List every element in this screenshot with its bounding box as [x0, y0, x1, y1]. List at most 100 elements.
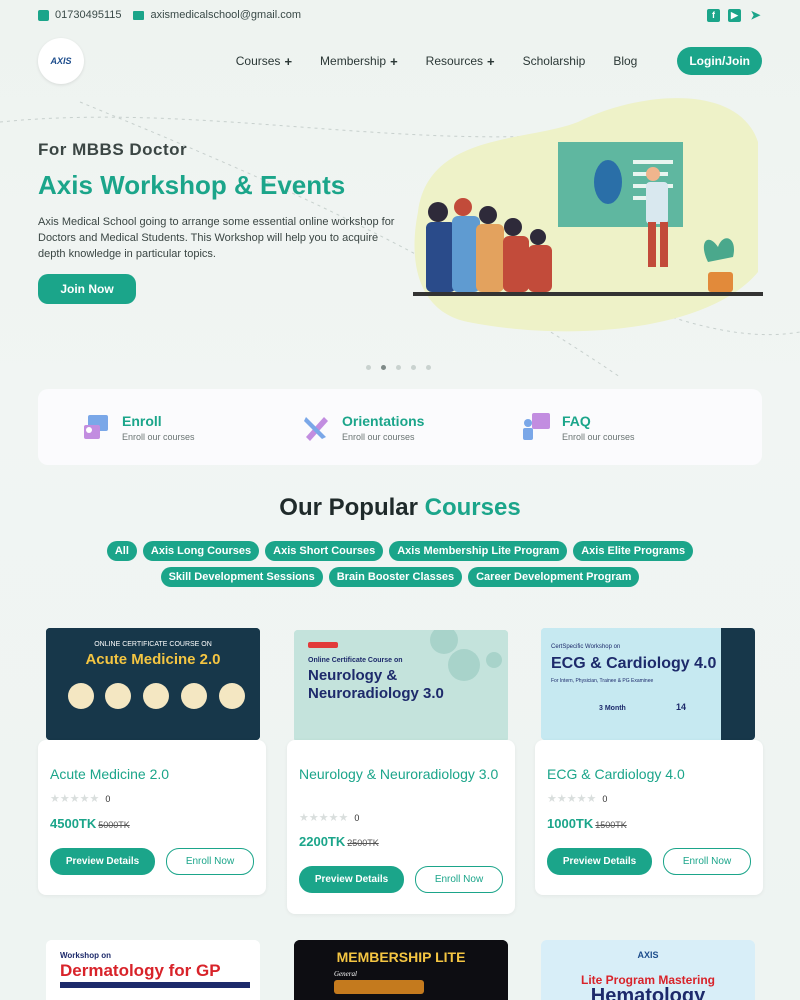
carousel-dot[interactable] [366, 365, 371, 370]
course-title[interactable]: Acute Medicine 2.0 [50, 765, 250, 783]
carousel-dot[interactable] [396, 365, 401, 370]
course-card: ECG & Cardiology 4.0 ★★★★★ 0 1000TK 1500TK… [535, 740, 763, 895]
filter-chip-membership-lite[interactable]: Axis Membership Lite Program [389, 541, 568, 561]
current-price: 2200TK [299, 834, 346, 849]
banner-tag: Online Certificate Course on [308, 657, 403, 664]
feature-title: Orientations [342, 412, 425, 429]
enroll-icon [84, 415, 108, 439]
nav-item-label: Membership [320, 54, 387, 68]
old-price: 1500TK [595, 820, 627, 830]
preview-details-button[interactable]: Preview Details [299, 866, 404, 893]
course-card: Acute Medicine 2.0 ★★★★★ 0 4500TK 5000TK P… [38, 740, 266, 895]
filter-chip-long-courses[interactable]: Axis Long Courses [142, 541, 260, 561]
course-card: Neurology & Neuroradiology 3.0 ★★★★★ 0 22… [287, 740, 515, 914]
phone-number[interactable]: 01730495115 [55, 9, 121, 21]
current-price: 1000TK [547, 816, 594, 831]
topbar: 01730495115 axismedicalschool@gmail.com … [0, 0, 800, 30]
filter-chip-skill-development[interactable]: Skill Development Sessions [160, 567, 323, 587]
filter-chip-brain-booster[interactable]: Brain Booster Classes [328, 567, 463, 587]
carousel-dot[interactable] [426, 365, 431, 370]
banner-art: AXIS Lite Program Mastering Hematology [541, 940, 755, 1000]
email-address[interactable]: axismedicalschool@gmail.com [150, 9, 301, 21]
banner-tag: ONLINE CERTIFICATE COURSE ON [94, 641, 212, 648]
faq-icon [523, 413, 550, 440]
rating-stars: ★★★★★ 0 [50, 793, 111, 805]
filter-chip-short-courses[interactable]: Axis Short Courses [265, 541, 384, 561]
nav-menu: Courses + Membership + Resources + Scholars… [236, 47, 762, 75]
nav-item-label: Scholarship [522, 54, 586, 68]
banner-month: 3 Month [599, 705, 626, 712]
facebook-icon[interactable]: f [707, 8, 720, 22]
telegram-icon[interactable]: ➤ [749, 8, 762, 22]
join-now-button[interactable]: Join Now [38, 274, 136, 304]
preview-details-button[interactable]: Preview Details [547, 848, 652, 875]
banner-title: ECG & Cardiology 4.0 [551, 655, 716, 672]
enroll-now-button[interactable]: Enroll Now [663, 848, 751, 875]
title-main: Our Popular [279, 494, 425, 521]
rating-count: 0 [105, 793, 111, 804]
enroll-now-button[interactable]: Enroll Now [415, 866, 503, 893]
hero-subtitle: For MBBS Doctor [38, 140, 188, 159]
course-banner-hematology[interactable]: AXIS Lite Program Mastering Hematology [541, 940, 755, 1000]
banner-title: Dermatology for GP [60, 961, 221, 980]
course-title[interactable]: Neurology & Neuroradiology 3.0 [299, 765, 499, 783]
nav-item-resources[interactable]: Resources + [426, 54, 495, 69]
rating-count: 0 [354, 812, 360, 823]
filter-chips-row-2: Skill Development Sessions Brain Booster… [0, 567, 800, 587]
nav-item-scholarship[interactable]: Scholarship [523, 54, 586, 68]
banner-title: Acute Medicine 2.0 [85, 651, 220, 668]
course-price: 2200TK 2500TK [299, 834, 379, 849]
login-join-button[interactable]: Login/Join [677, 47, 762, 75]
current-price: 4500TK [50, 816, 97, 831]
email-item[interactable]: axismedicalschool@gmail.com [133, 9, 301, 21]
carousel-dot[interactable] [411, 365, 416, 370]
course-banner-acute-medicine[interactable]: ONLINE CERTIFICATE COURSE ON Acute Medic… [46, 628, 260, 740]
title-accent: Courses [424, 494, 521, 521]
youtube-icon[interactable]: ▶ [728, 8, 741, 22]
banner-art: MEMBERSHIP LITE General [294, 940, 508, 1000]
banner-title: Hematology [591, 985, 706, 1000]
logo-text: AXIS [50, 56, 72, 66]
course-title[interactable]: ECG & Cardiology 4.0 [547, 765, 747, 783]
filter-chip-career-development[interactable]: Career Development Program [468, 567, 640, 587]
feature-orientations[interactable]: Orientations Enroll our courses [300, 411, 520, 443]
feature-faq[interactable]: FAQ Enroll our courses [520, 411, 740, 443]
nav-item-blog[interactable]: Blog [613, 54, 637, 68]
old-price: 5000TK [98, 820, 130, 830]
banner-tag: Workshop on [60, 951, 111, 960]
plus-icon: + [487, 53, 495, 69]
feature-enroll[interactable]: Enroll Enroll our courses [80, 411, 300, 443]
svg-text:AXIS: AXIS [637, 950, 658, 960]
banner-art: Online Certificate Course on Neurology &… [294, 630, 508, 742]
nav-item-label: Blog [613, 54, 638, 68]
carousel-dot[interactable] [381, 365, 386, 370]
logo[interactable]: AXIS [38, 38, 84, 84]
phone-item[interactable]: 01730495115 [38, 9, 121, 21]
filter-chips-row-1: All Axis Long Courses Axis Short Courses… [0, 541, 800, 561]
course-banner-neurology[interactable]: Online Certificate Course on Neurology &… [294, 630, 508, 742]
banner-art: Workshop on Dermatology for GP [46, 940, 260, 1000]
course-banner-membership-lite[interactable]: MEMBERSHIP LITE General [294, 940, 508, 1000]
rating-stars: ★★★★★ 0 [299, 812, 360, 824]
orientation-icon [304, 417, 328, 441]
filter-chip-all[interactable]: All [106, 541, 137, 561]
course-price: 4500TK 5000TK [50, 816, 130, 831]
course-banner-ecg[interactable]: CertSpecific Workshop on ECG & Cardiolog… [541, 628, 755, 740]
nav-item-label: Resources [425, 54, 484, 68]
svg-text:Neuroradiology 3.0: Neuroradiology 3.0 [308, 685, 444, 702]
nav-item-courses[interactable]: Courses + [236, 54, 292, 69]
course-price: 1000TK 1500TK [547, 816, 627, 831]
banner-title: MEMBERSHIP LITE [337, 949, 466, 965]
banner-tag: CertSpecific Workshop on [551, 644, 620, 650]
carousel-dots [366, 365, 431, 370]
enroll-now-button[interactable]: Enroll Now [166, 848, 254, 875]
feature-subtitle: Enroll our courses [342, 431, 415, 442]
filter-chip-elite-programs[interactable]: Axis Elite Programs [573, 541, 694, 561]
feature-subtitle: Enroll our courses [562, 431, 635, 442]
feature-title: FAQ [562, 412, 591, 429]
preview-details-button[interactable]: Preview Details [50, 848, 155, 875]
nav-item-membership[interactable]: Membership + [320, 54, 398, 69]
course-banner-dermatology[interactable]: Workshop on Dermatology for GP [46, 940, 260, 1000]
popular-courses-title: Our Popular Courses [0, 494, 800, 522]
hero-title: Axis Workshop & Events [38, 170, 346, 200]
